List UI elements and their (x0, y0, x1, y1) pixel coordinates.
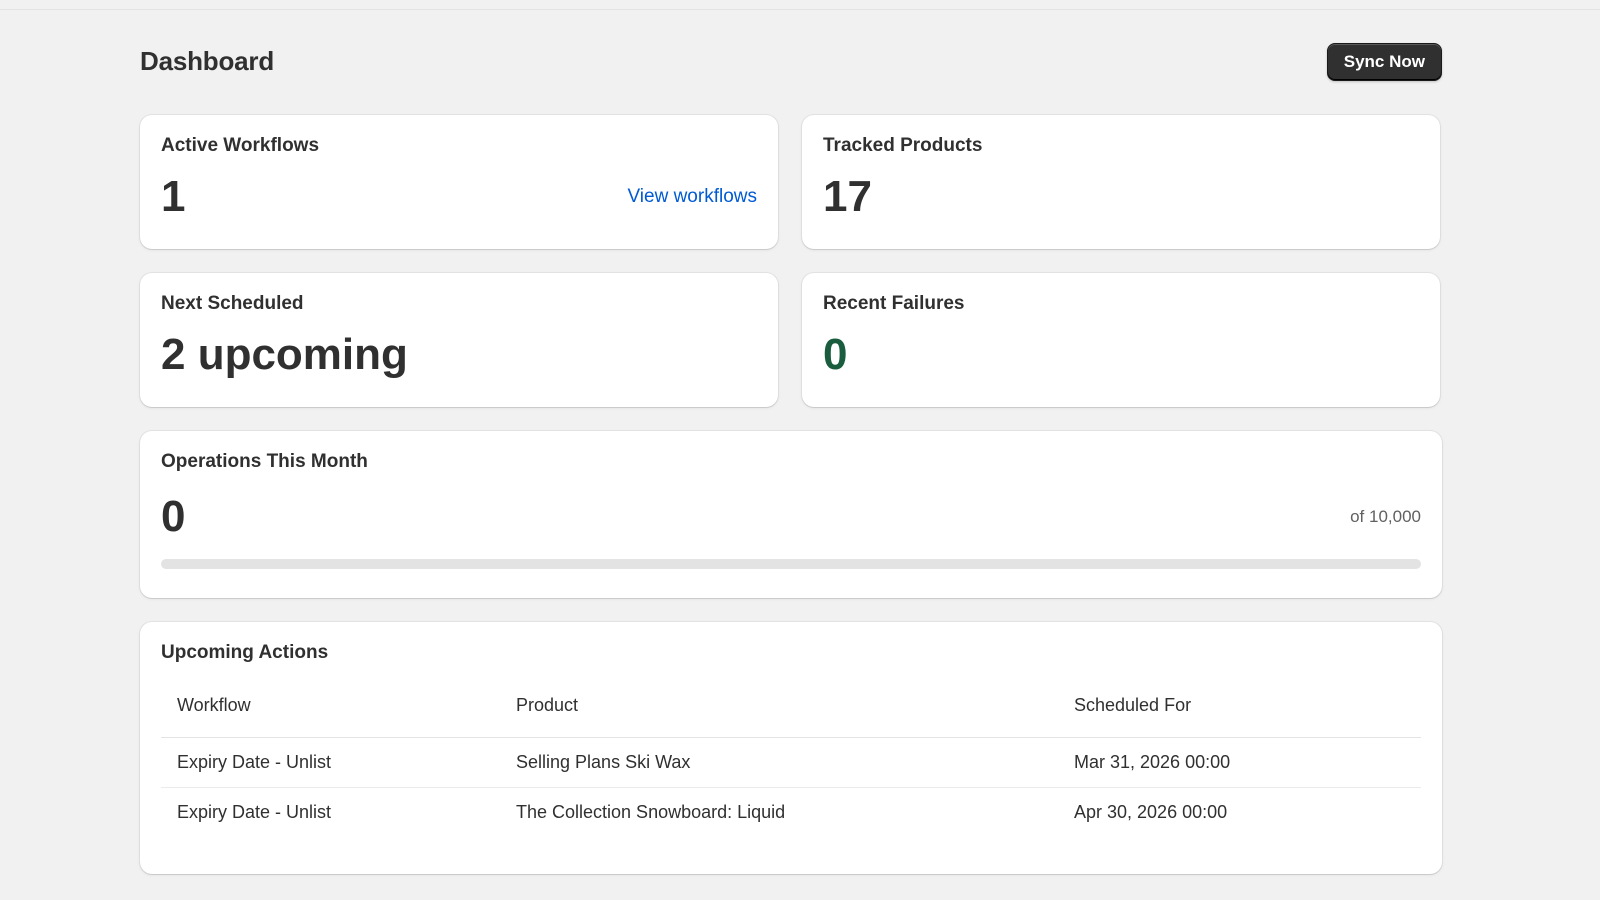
active-workflows-card: Active Workflows 1 View workflows (140, 115, 778, 249)
table-row: Expiry Date - Unlist The Collection Snow… (161, 787, 1421, 837)
cell-workflow: Expiry Date - Unlist (177, 801, 332, 822)
stats-grid: Active Workflows 1 View workflows Tracke… (140, 115, 1442, 407)
table-row: Expiry Date - Unlist Selling Plans Ski W… (161, 737, 1421, 787)
cell-product: Selling Plans Ski Wax (516, 751, 691, 772)
tracked-products-card: Tracked Products 17 (802, 115, 1440, 249)
column-header-workflow: Workflow (177, 695, 251, 715)
upcoming-actions-card: Upcoming Actions Workflow Product Schedu… (140, 622, 1442, 874)
cell-workflow: Expiry Date - Unlist (177, 751, 332, 772)
operations-limit: of 10,000 (1350, 507, 1421, 526)
operations-card: Operations This Month 0 of 10,000 (140, 431, 1442, 598)
recent-failures-title: Recent Failures (823, 293, 965, 314)
upcoming-actions-title: Upcoming Actions (161, 642, 329, 663)
operations-value: 0 (161, 492, 186, 541)
tracked-products-title: Tracked Products (823, 135, 983, 156)
view-workflows-link[interactable]: View workflows (627, 186, 757, 208)
column-header-product: Product (516, 695, 579, 715)
page-header: Dashboard Sync Now (140, 42, 1442, 81)
column-header-scheduled-for: Scheduled For (1074, 695, 1192, 715)
active-workflows-value: 1 (161, 172, 186, 221)
page-title: Dashboard (140, 46, 275, 76)
active-workflows-title: Active Workflows (161, 135, 320, 156)
cell-product: The Collection Snowboard: Liquid (516, 801, 786, 822)
tracked-products-value: 17 (823, 172, 872, 221)
recent-failures-card: Recent Failures 0 (802, 273, 1440, 407)
table-header-row: Workflow Product Scheduled For (161, 695, 1421, 737)
operations-title: Operations This Month (161, 451, 368, 472)
operations-progress-bar (161, 559, 1421, 569)
dashboard-page: Dashboard Sync Now Active Workflows 1 Vi… (140, 0, 1442, 874)
next-scheduled-card: Next Scheduled 2 upcoming (140, 273, 778, 407)
cell-scheduled-for: Mar 31, 2026 00:00 (1074, 751, 1231, 772)
next-scheduled-title: Next Scheduled (161, 293, 304, 314)
recent-failures-value: 0 (823, 330, 848, 379)
next-scheduled-value: 2 upcoming (161, 330, 408, 379)
upcoming-actions-table: Workflow Product Scheduled For Expiry Da… (161, 695, 1421, 837)
sync-now-button[interactable]: Sync Now (1326, 42, 1442, 81)
cell-scheduled-for: Apr 30, 2026 00:00 (1074, 801, 1228, 822)
